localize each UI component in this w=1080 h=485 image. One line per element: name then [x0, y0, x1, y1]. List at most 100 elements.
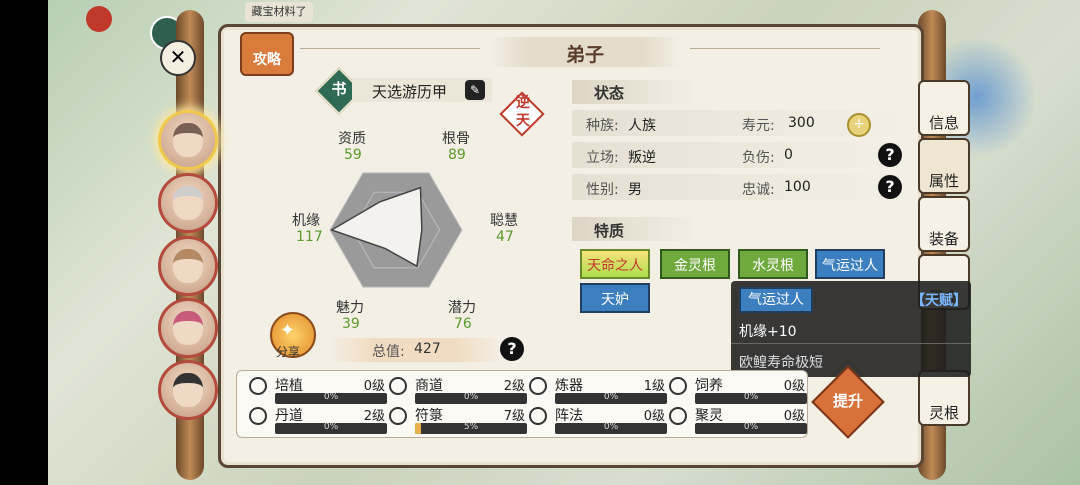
disciple-avatar-5[interactable] — [158, 360, 218, 420]
stat-aptitude-label: 资质 — [338, 131, 366, 147]
trait-chip[interactable]: 气运过人 — [815, 249, 885, 279]
skill-item[interactable]: 阵法 0级 0% — [529, 405, 669, 435]
avatar-face — [173, 373, 203, 407]
skill-name: 符箓 — [415, 408, 443, 424]
rebel-badge-text: 逆天 — [516, 95, 530, 129]
tab-equipment-label: 装备 — [928, 230, 959, 248]
page-title: 弟子 — [565, 44, 604, 66]
total-value: 427 — [414, 341, 441, 357]
skill-progress-bar: 0% — [695, 393, 807, 404]
trait-chip[interactable]: 天命之人 — [580, 249, 650, 279]
status-row-2 — [572, 142, 902, 168]
stance-value: 叛逆 — [628, 150, 656, 166]
back-button[interactable]: ✕ — [160, 40, 196, 76]
skill-name: 聚灵 — [695, 408, 723, 424]
skill-item[interactable]: 符箓 7级 5% — [389, 405, 529, 435]
skill-level: 0级 — [363, 379, 385, 394]
skill-item[interactable]: 饲养 0级 0% — [669, 375, 809, 405]
skill-level: 7级 — [503, 409, 525, 424]
status-heading-bg — [572, 80, 702, 104]
stat-potential-label: 潜力 — [448, 300, 476, 316]
avatar-face — [173, 123, 203, 157]
injury-help-button[interactable]: ? — [878, 143, 902, 167]
stat-wisdom-label: 聪慧 — [490, 213, 518, 229]
skill-name: 饲养 — [695, 378, 723, 394]
lifespan-value: 300 — [788, 115, 815, 131]
lifespan-label: 寿元: — [742, 118, 775, 134]
notice-badge[interactable]: 藏宝材料了 — [245, 2, 313, 22]
tab-equipment[interactable]: 装备 — [918, 196, 970, 252]
total-help-button[interactable]: ? — [500, 337, 524, 361]
spirit-gather-icon — [669, 407, 687, 425]
skill-progress-text: 5% — [463, 423, 479, 432]
title-divider-left — [300, 48, 480, 49]
skill-progress-text: 0% — [743, 423, 759, 432]
skill-progress-text: 0% — [603, 393, 619, 402]
notification-icon[interactable] — [86, 6, 112, 32]
gender-value: 男 — [628, 182, 642, 198]
skill-name: 炼器 — [555, 378, 583, 394]
skill-progress-bar: 0% — [275, 423, 387, 434]
skill-item[interactable]: 培植 0级 0% — [249, 375, 389, 405]
gender-label: 性别: — [586, 182, 619, 198]
tooltip-tag: 【天赋】 — [911, 293, 967, 309]
tab-info-label: 信息 — [928, 114, 959, 132]
trait-chip[interactable]: 水灵根 — [738, 249, 808, 279]
stat-wisdom-value: 47 — [496, 229, 514, 245]
stat-luck-value: 117 — [296, 229, 323, 245]
avatar-face — [173, 311, 203, 345]
skill-name: 商道 — [415, 378, 443, 394]
loyalty-value: 100 — [784, 179, 811, 195]
skill-item[interactable]: 丹道 2级 0% — [249, 405, 389, 435]
skill-progress-bar: 0% — [415, 393, 527, 404]
alchemy-icon — [249, 407, 267, 425]
stance-label: 立场: — [586, 150, 619, 166]
disciple-avatar-2[interactable] — [158, 173, 218, 233]
cultivate-icon — [249, 377, 267, 395]
tab-spirit-root[interactable]: 灵根 — [918, 370, 970, 426]
skills-panel: 培植 0级 0% 商道 2级 0% 炼器 1级 0% 饲养 0级 0% 丹道 2级 0% 符箓 7级 5… — [236, 370, 808, 438]
status-row-3 — [572, 174, 902, 200]
skill-progress-bar: 0% — [555, 393, 667, 404]
strategy-button[interactable]: 攻略 — [240, 32, 294, 76]
skill-progress-bar: 0% — [555, 423, 667, 434]
skill-name: 阵法 — [555, 408, 583, 424]
trait-chip[interactable]: 金灵根 — [660, 249, 730, 279]
tooltip-title-chip: 气运过人 — [739, 287, 813, 313]
tab-attributes[interactable]: 属性 — [918, 138, 970, 194]
rename-icon[interactable]: ✎ — [465, 80, 485, 100]
upgrade-label: 提升 — [832, 392, 863, 410]
skill-item[interactable]: 商道 2级 0% — [389, 375, 529, 405]
skill-name: 丹道 — [275, 408, 303, 424]
skill-item[interactable]: 聚灵 0级 0% — [669, 405, 809, 435]
tab-info[interactable]: 信息 — [918, 80, 970, 136]
disciple-avatar-1[interactable] — [158, 110, 218, 170]
skill-name: 培植 — [275, 378, 303, 394]
tooltip-desc: 欧鳇寿命极短 — [739, 355, 823, 371]
add-lifespan-button[interactable]: + — [847, 113, 871, 137]
stat-charm-label: 魅力 — [336, 300, 364, 316]
race-label: 种族: — [586, 118, 619, 134]
injury-label: 负伤: — [742, 150, 775, 166]
skill-level: 0级 — [643, 409, 665, 424]
status-heading: 状态 — [594, 84, 625, 102]
skill-level: 2级 — [363, 409, 385, 424]
skill-item[interactable]: 炼器 1级 0% — [529, 375, 669, 405]
loyalty-help-button[interactable]: ? — [878, 175, 902, 199]
skill-progress-bar: 0% — [695, 423, 807, 434]
trait-chip[interactable]: 天妒 — [580, 283, 650, 313]
traits-heading: 特质 — [594, 222, 625, 240]
talisman-icon — [389, 407, 407, 425]
skill-level: 0级 — [783, 409, 805, 424]
stat-luck-label: 机缘 — [292, 213, 320, 229]
disciple-avatar-3[interactable] — [158, 236, 218, 296]
tab-spirit-root-label: 灵根 — [928, 404, 959, 422]
formation-icon — [529, 407, 547, 425]
skill-progress-text: 0% — [743, 393, 759, 402]
skill-level: 1级 — [643, 379, 665, 394]
stats-radar-chart — [329, 172, 463, 288]
disciple-avatar-4[interactable] — [158, 298, 218, 358]
rank-badge-text: 书 — [331, 80, 347, 98]
tooltip-effect: 机缘+10 — [739, 324, 797, 340]
skill-progress-text: 0% — [323, 393, 339, 402]
